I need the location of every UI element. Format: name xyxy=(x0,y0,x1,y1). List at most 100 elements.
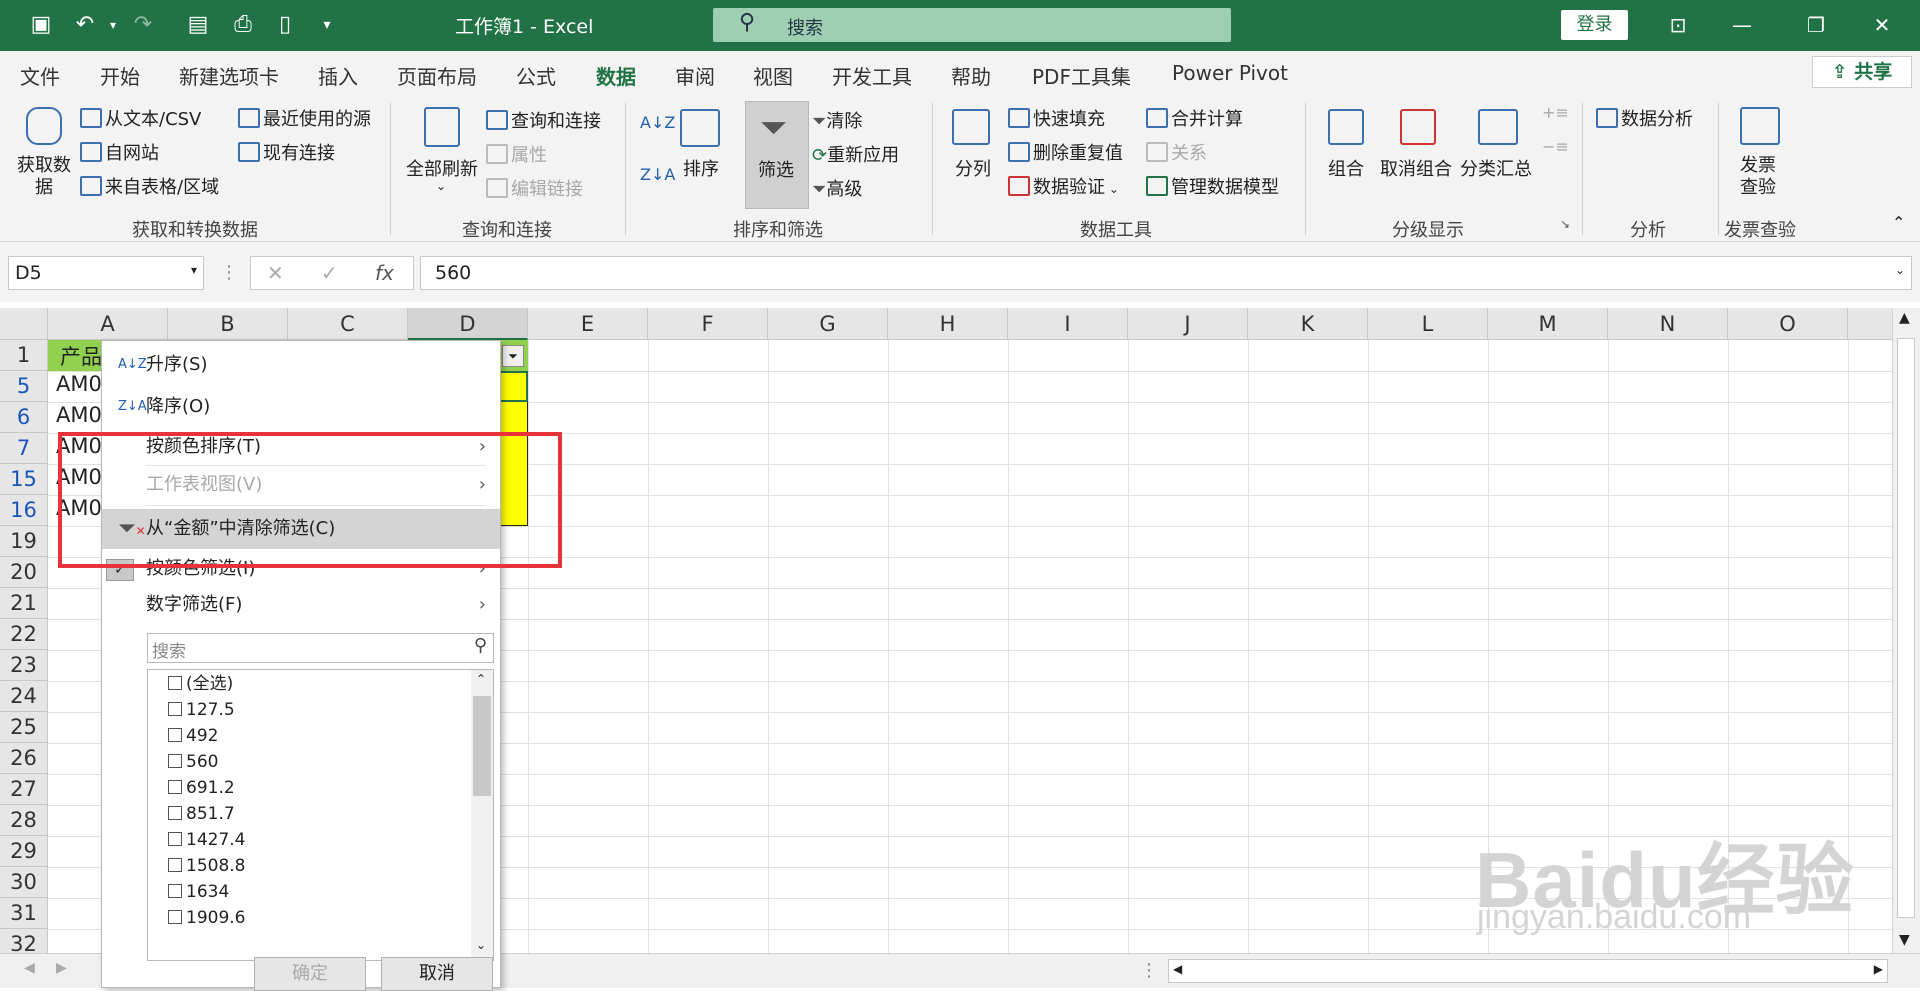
from-table-button[interactable]: 来自表格/区域 xyxy=(80,173,219,199)
column-header-a[interactable]: A xyxy=(48,308,168,340)
row-header[interactable]: 29 xyxy=(0,836,48,867)
tab-help[interactable]: 帮助 xyxy=(951,61,991,90)
list-scrollbar[interactable]: ⌃ ⌄ xyxy=(471,670,493,960)
tab-power-pivot[interactable]: Power Pivot xyxy=(1172,61,1288,85)
sheet-next-icon[interactable]: ▶ xyxy=(56,960,67,976)
minimize-icon[interactable]: — xyxy=(1722,8,1762,42)
data-analysis-button[interactable]: 数据分析 xyxy=(1596,105,1693,131)
customize-toolbar-icon[interactable]: ▾ xyxy=(312,10,342,40)
page-setup-icon[interactable]: ▯ xyxy=(270,10,300,40)
refresh-dropdown-icon[interactable]: ⌄ xyxy=(436,179,446,193)
column-header-k[interactable]: K xyxy=(1248,308,1368,340)
show-detail-icon[interactable]: +≡ xyxy=(1542,103,1569,122)
column-header-m[interactable]: M xyxy=(1488,308,1608,340)
sort-descending-item[interactable]: Z↓A 降序(O) xyxy=(102,389,500,425)
row-header[interactable]: 21 xyxy=(0,588,48,619)
list-scroll-thumb[interactable] xyxy=(473,696,491,796)
row-header[interactable]: 30 xyxy=(0,867,48,898)
existing-connections-button[interactable]: 现有连接 xyxy=(238,139,335,165)
column-header-f[interactable]: F xyxy=(648,308,768,340)
invoice-check-button[interactable]: 发票 查验 xyxy=(1740,155,1776,199)
tab-developer[interactable]: 开发工具 xyxy=(832,61,912,90)
horizontal-scrollbar[interactable]: ◀ ▶ xyxy=(1168,959,1888,983)
properties-button[interactable]: 属性 xyxy=(486,141,547,167)
edit-links-button[interactable]: 编辑链接 xyxy=(486,175,583,201)
filter-button[interactable]: ⏷ 筛选 xyxy=(745,101,809,209)
collapse-ribbon-icon[interactable]: ⌃ xyxy=(1892,213,1905,232)
tab-home[interactable]: 开始 xyxy=(100,61,140,90)
column-header-g[interactable]: G xyxy=(768,308,888,340)
get-data-button[interactable]: 获取数 据 xyxy=(14,155,74,199)
ok-button[interactable]: 确定 xyxy=(254,957,366,991)
filter-search-input[interactable]: 搜索 ⚲ xyxy=(147,633,494,663)
ribbon-display-icon[interactable]: ⊡ xyxy=(1658,8,1698,42)
recent-sources-button[interactable]: 最近使用的源 xyxy=(238,105,371,131)
row-header[interactable]: 19 xyxy=(0,526,48,557)
checkbox[interactable] xyxy=(168,754,182,768)
advanced-button[interactable]: ⏷高级 xyxy=(812,175,862,201)
dialog-launcher-icon[interactable]: ↘ xyxy=(1560,217,1570,231)
redo-icon[interactable]: ↷ xyxy=(128,10,158,40)
splitter-icon[interactable]: ⋮ xyxy=(1140,960,1158,981)
close-icon[interactable]: ✕ xyxy=(1862,8,1902,42)
insert-function-icon[interactable]: fx xyxy=(375,261,394,285)
filter-active-icon[interactable]: ⏷ xyxy=(502,345,524,367)
row-header[interactable]: 28 xyxy=(0,805,48,836)
row-header[interactable]: 25 xyxy=(0,712,48,743)
row-header[interactable]: 16 xyxy=(0,495,48,526)
row-header[interactable]: 15 xyxy=(0,464,48,495)
scroll-up-icon[interactable]: ▲ xyxy=(1899,310,1910,326)
scroll-down-icon[interactable]: ▼ xyxy=(1899,932,1910,948)
login-button[interactable]: 登录 xyxy=(1561,10,1628,40)
scroll-right-icon[interactable]: ▶ xyxy=(1874,962,1883,976)
column-header-c[interactable]: C xyxy=(288,308,408,340)
search-input[interactable]: ⚲ 搜索 xyxy=(713,8,1231,42)
split-button[interactable]: 分列 xyxy=(955,155,991,181)
save-icon[interactable]: ▣ xyxy=(26,10,56,40)
name-box[interactable]: D5 ▾ xyxy=(8,256,204,290)
column-header-d[interactable]: D xyxy=(408,308,528,340)
tab-review[interactable]: 审阅 xyxy=(675,61,715,90)
remove-duplicates-button[interactable]: 删除重复值 xyxy=(1008,139,1123,165)
cancel-button[interactable]: 取消 xyxy=(381,957,493,991)
enter-icon[interactable]: ✓ xyxy=(321,261,338,285)
sort-ascending-item[interactable]: A↓Z 升序(S) xyxy=(102,347,500,383)
tab-new[interactable]: 新建选项卡 xyxy=(179,61,279,90)
from-text-button[interactable]: 从文本/CSV xyxy=(80,105,201,131)
reapply-button[interactable]: ⟳重新应用 xyxy=(812,141,899,167)
vertical-scrollbar[interactable]: ▲ ▼ xyxy=(1892,308,1920,953)
print-preview-icon[interactable]: ⎙ xyxy=(228,10,258,40)
tab-page-layout[interactable]: 页面布局 xyxy=(397,61,477,90)
column-header-n[interactable]: N xyxy=(1608,308,1728,340)
restore-icon[interactable]: ❐ xyxy=(1796,8,1836,42)
consolidate-button[interactable]: 合并计算 xyxy=(1146,105,1243,131)
tab-formulas[interactable]: 公式 xyxy=(516,61,556,90)
row-header[interactable]: 22 xyxy=(0,619,48,650)
column-header-j[interactable]: J xyxy=(1128,308,1248,340)
hide-detail-icon[interactable]: −≡ xyxy=(1542,137,1569,156)
checkbox[interactable] xyxy=(168,728,182,742)
column-header-b[interactable]: B xyxy=(168,308,288,340)
relationships-button[interactable]: 关系 xyxy=(1146,139,1207,165)
refresh-all-button[interactable]: 全部刷新 xyxy=(406,155,478,181)
scroll-left-icon[interactable]: ◀ xyxy=(1173,962,1182,976)
column-header-h[interactable]: H xyxy=(888,308,1008,340)
row-header[interactable]: 5 xyxy=(0,371,48,402)
from-web-button[interactable]: 自网站 xyxy=(80,139,159,165)
scroll-up-icon[interactable]: ⌃ xyxy=(476,672,486,686)
column-header-o[interactable]: O xyxy=(1728,308,1848,340)
row-header[interactable]: 6 xyxy=(0,402,48,433)
checkbox[interactable] xyxy=(168,702,182,716)
tab-pdf[interactable]: PDF工具集 xyxy=(1032,61,1131,90)
clear-button[interactable]: ⏷清除 xyxy=(812,107,862,133)
tab-insert[interactable]: 插入 xyxy=(318,61,358,90)
select-all-corner[interactable] xyxy=(0,308,48,340)
cell-a6[interactable]: AM0 xyxy=(56,403,102,427)
sort-button[interactable]: 排序 xyxy=(683,155,719,181)
row-header[interactable]: 31 xyxy=(0,898,48,929)
form-icon[interactable]: ▤ xyxy=(183,10,213,40)
checkbox[interactable] xyxy=(168,832,182,846)
sort-az-icon[interactable]: A↓Z xyxy=(640,113,675,132)
undo-icon[interactable]: ↶ xyxy=(70,10,100,40)
name-box-dropdown-icon[interactable]: ▾ xyxy=(191,263,197,277)
